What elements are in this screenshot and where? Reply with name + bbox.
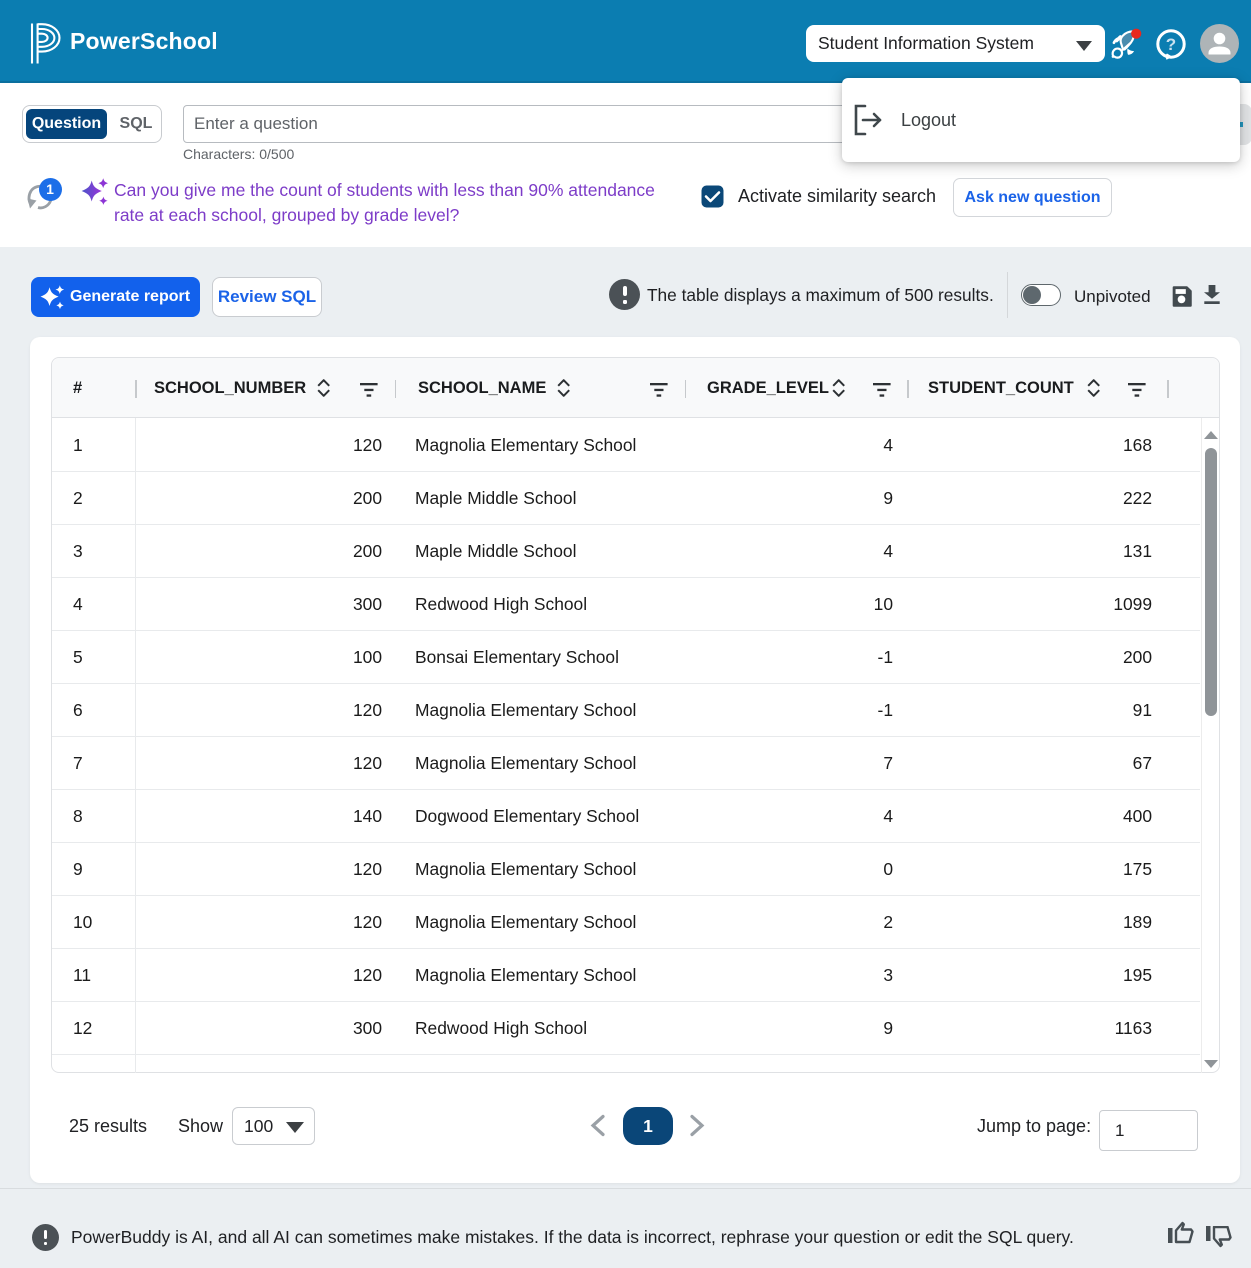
svg-text:?: ? xyxy=(1166,35,1176,54)
